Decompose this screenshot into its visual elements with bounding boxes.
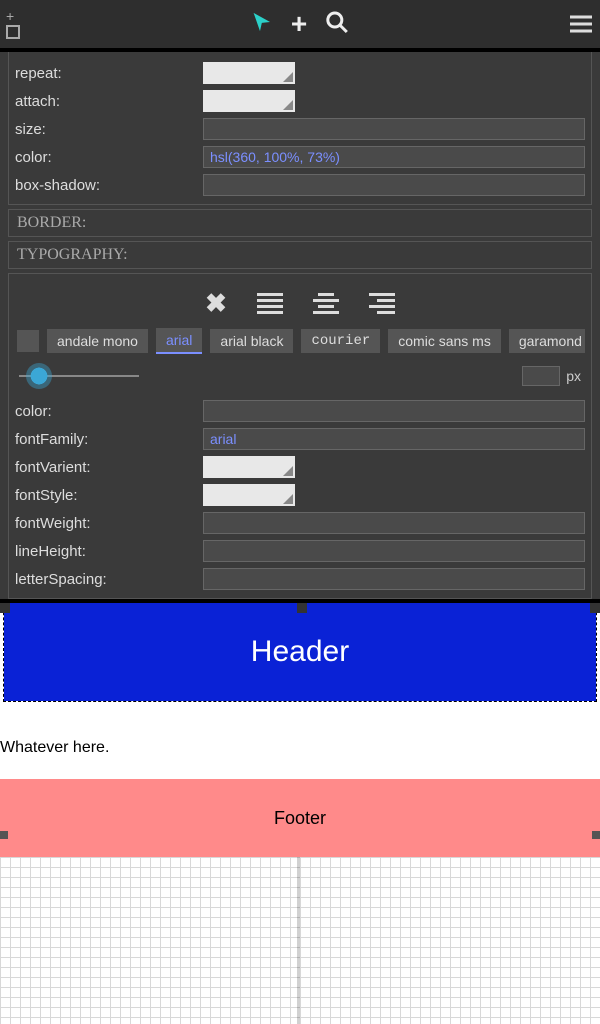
font-chip-garamond[interactable]: garamond: [509, 329, 585, 353]
canvas-footer[interactable]: Footer: [0, 779, 600, 857]
add-icon[interactable]: +: [291, 10, 307, 38]
align-row: ✖: [15, 292, 585, 314]
input-lineheight[interactable]: [203, 540, 585, 562]
page-edge-right: [592, 831, 600, 839]
align-center-icon[interactable]: [313, 292, 339, 314]
dropdown-fontvarient[interactable]: [203, 456, 295, 478]
dropdown-fontstyle[interactable]: [203, 484, 295, 506]
canvas-header[interactable]: Header: [4, 603, 596, 701]
label-size: size:: [15, 121, 195, 138]
section-border[interactable]: BORDER:: [8, 209, 592, 237]
section-typography[interactable]: TYPOGRAPHY:: [8, 241, 592, 269]
font-chip-comic-sans-ms[interactable]: comic sans ms: [388, 329, 501, 353]
label-lineheight: lineHeight:: [15, 543, 195, 560]
label-fontfamily: fontFamily:: [15, 431, 195, 448]
slider-thumb[interactable]: [26, 363, 52, 389]
label-fontvarient: fontVarient:: [15, 459, 195, 476]
canvas-body-text[interactable]: Whatever here.: [0, 739, 109, 757]
canvas-footer-text: Footer: [274, 808, 326, 829]
font-chip-courier[interactable]: courier: [301, 329, 380, 353]
font-none-chip[interactable]: [17, 330, 39, 352]
page-edge-left: [0, 831, 8, 839]
align-clear-icon[interactable]: ✖: [205, 292, 227, 314]
input-size[interactable]: [203, 118, 585, 140]
align-left-icon[interactable]: [257, 292, 283, 314]
dropdown-repeat[interactable]: [203, 62, 295, 84]
label-box-shadow: box-shadow:: [15, 177, 195, 194]
input-fontweight[interactable]: [203, 512, 585, 534]
input-letterspacing[interactable]: [203, 568, 585, 590]
font-chip-row: andale mono arial arial black courier comic …: [15, 324, 585, 358]
input-box-shadow[interactable]: [203, 174, 585, 196]
design-canvas[interactable]: Header Whatever here. Footer: [0, 603, 600, 1024]
font-size-slider-row: px: [15, 358, 585, 394]
label-t-color: color:: [15, 403, 195, 420]
search-icon[interactable]: [325, 10, 349, 39]
label-color: color:: [15, 149, 195, 166]
selection-handle-ne[interactable]: [590, 603, 600, 613]
selection-handle-nw[interactable]: [0, 603, 10, 613]
font-size-slider[interactable]: [19, 375, 139, 377]
input-color[interactable]: hsl(360, 100%, 73%): [203, 146, 585, 168]
font-chip-arial-black[interactable]: arial black: [210, 329, 293, 353]
align-right-icon[interactable]: [369, 292, 395, 314]
rect-tool-icon[interactable]: [6, 25, 20, 39]
dropdown-attach[interactable]: [203, 90, 295, 112]
canvas-grid[interactable]: [0, 857, 600, 1024]
typography-group: ✖ andale mono arial arial black courier comi…: [8, 273, 592, 599]
add-small-icon[interactable]: +: [6, 9, 20, 23]
label-fontstyle: fontStyle:: [15, 487, 195, 504]
properties-panel: repeat: attach: size: color: hsl(360, 10…: [0, 52, 600, 599]
label-letterspacing: letterSpacing:: [15, 571, 195, 588]
font-chip-andale-mono[interactable]: andale mono: [47, 329, 148, 353]
label-fontweight: fontWeight:: [15, 515, 195, 532]
label-attach: attach:: [15, 93, 195, 110]
menu-icon[interactable]: [570, 16, 592, 33]
background-group: repeat: attach: size: color: hsl(360, 10…: [8, 52, 592, 205]
cursor-icon[interactable]: [251, 11, 273, 38]
canvas-header-text: Header: [251, 635, 349, 669]
tool-pair: +: [6, 9, 20, 39]
px-label: px: [566, 368, 581, 384]
font-size-input[interactable]: [522, 366, 560, 386]
input-t-color[interactable]: [203, 400, 585, 422]
app-toolbar: + +: [0, 0, 600, 48]
input-fontfamily[interactable]: arial: [203, 428, 585, 450]
label-repeat: repeat:: [15, 65, 195, 82]
selection-handle-n[interactable]: [297, 603, 307, 613]
font-chip-arial[interactable]: arial: [156, 328, 202, 354]
